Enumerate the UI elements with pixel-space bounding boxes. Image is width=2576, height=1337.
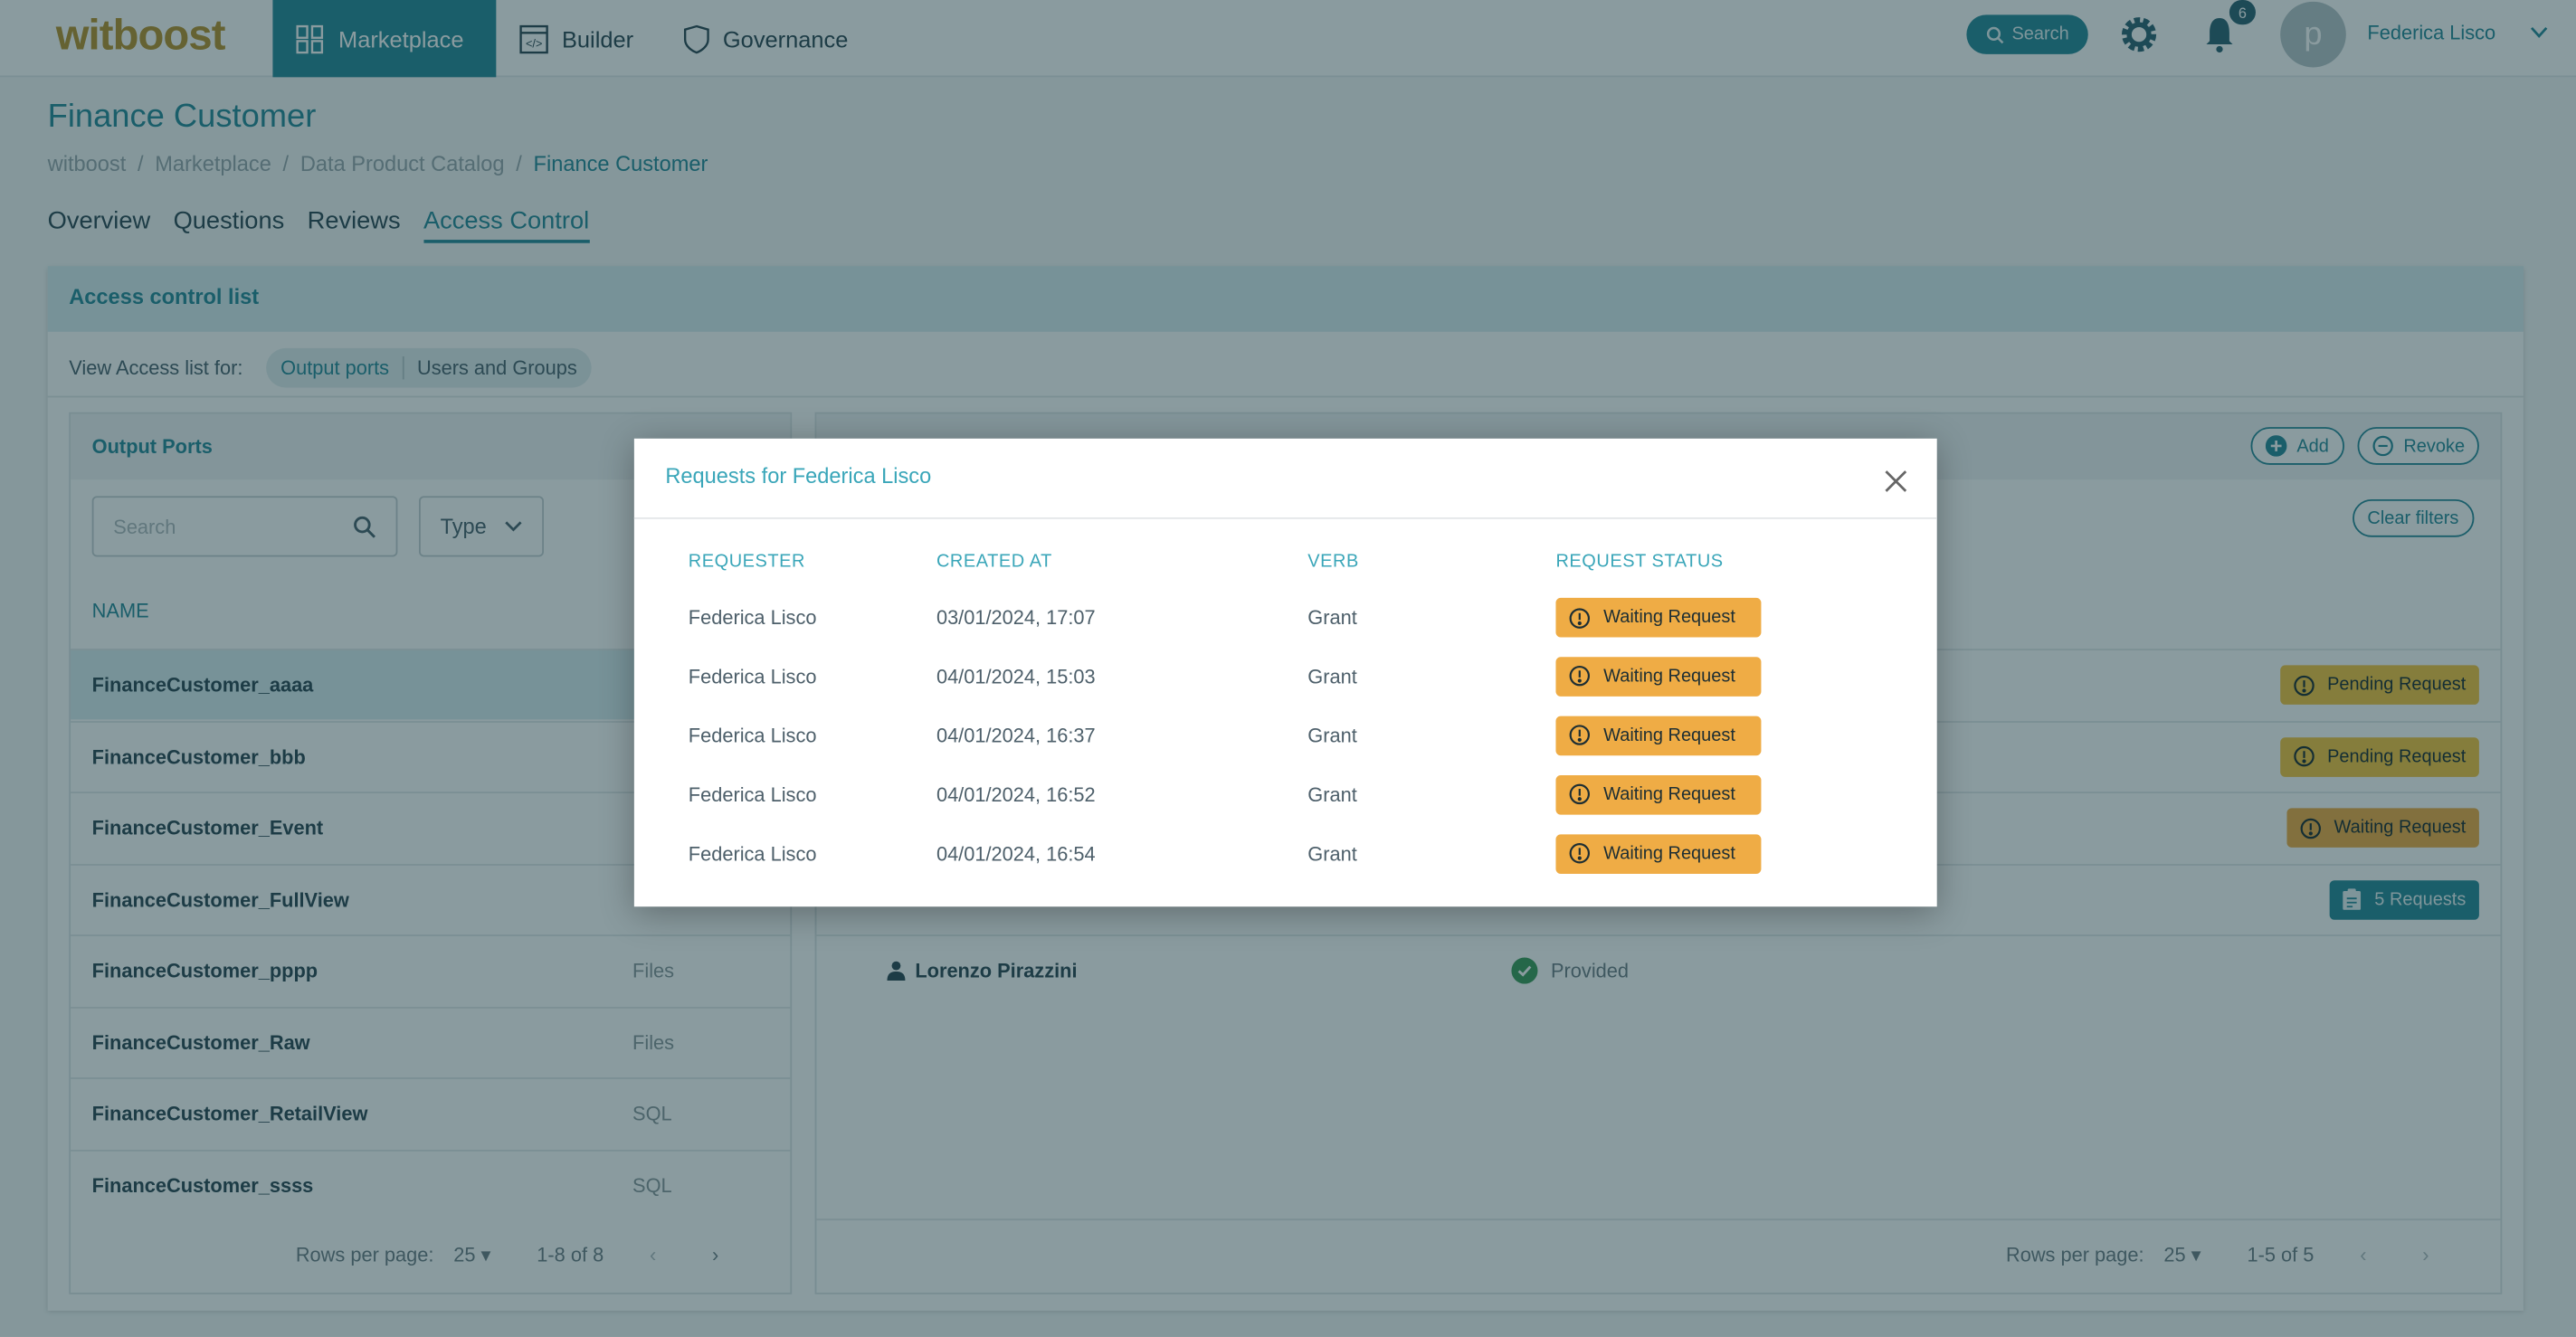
header-request-status: REQUEST STATUS — [1555, 552, 1724, 572]
verb: Grant — [1307, 605, 1357, 630]
exclamation-circle-icon — [1569, 725, 1591, 746]
chip-label: Waiting Request — [1603, 784, 1735, 805]
status-chip: Waiting Request — [1555, 657, 1762, 697]
created-at: 04/01/2024, 16:54 — [936, 841, 1096, 866]
requests-modal: Requests for Federica Lisco REQUESTER CR… — [633, 438, 1937, 907]
exclamation-circle-icon — [1569, 607, 1591, 628]
chip-label: Waiting Request — [1603, 607, 1735, 628]
requester: Federica Lisco — [688, 841, 817, 866]
status-chip: Waiting Request — [1555, 774, 1762, 815]
header-verb: VERB — [1307, 552, 1359, 572]
app: witboost Marketplace </> Builder Governa… — [0, 0, 2576, 1337]
chip-label: Waiting Request — [1603, 666, 1735, 687]
header-requester: REQUESTER — [688, 552, 805, 572]
requester: Federica Lisco — [688, 724, 817, 747]
verb: Grant — [1307, 841, 1357, 866]
exclamation-circle-icon — [1569, 843, 1591, 864]
created-at: 04/01/2024, 16:52 — [936, 782, 1096, 806]
verb: Grant — [1307, 665, 1357, 688]
exclamation-circle-icon — [1569, 666, 1591, 687]
requester: Federica Lisco — [688, 665, 817, 688]
requester: Federica Lisco — [688, 782, 817, 806]
modal-title: Requests for Federica Lisco — [665, 463, 932, 488]
status-chip: Waiting Request — [1555, 833, 1762, 874]
requester: Federica Lisco — [688, 605, 817, 630]
chip-label: Waiting Request — [1603, 725, 1735, 745]
verb: Grant — [1307, 782, 1357, 806]
verb: Grant — [1307, 724, 1357, 747]
status-chip: Waiting Request — [1555, 716, 1762, 755]
created-at: 04/01/2024, 15:03 — [936, 665, 1096, 688]
close-icon[interactable] — [1879, 465, 1912, 498]
status-chip: Waiting Request — [1555, 597, 1762, 638]
created-at: 03/01/2024, 17:07 — [936, 605, 1096, 630]
created-at: 04/01/2024, 16:37 — [936, 724, 1096, 747]
chip-label: Waiting Request — [1603, 843, 1735, 864]
exclamation-circle-icon — [1569, 784, 1591, 805]
header-created-at: CREATED AT — [936, 552, 1052, 572]
